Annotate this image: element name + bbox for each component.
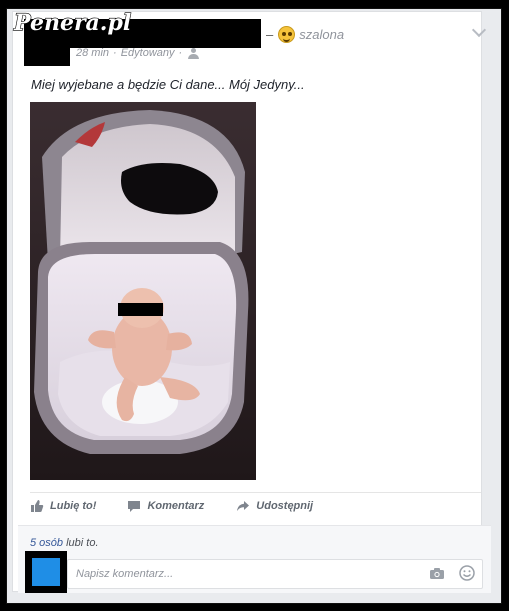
likes-count-number[interactable]: 5 osób bbox=[30, 537, 63, 549]
feeling-smiley-icon bbox=[278, 26, 296, 43]
feeling-status[interactable]: – szalona bbox=[266, 26, 344, 43]
comment-label: Komentarz bbox=[147, 500, 205, 512]
commenter-avatar bbox=[25, 551, 67, 593]
actions-divider bbox=[30, 492, 481, 493]
meta-separator: · bbox=[178, 47, 183, 59]
feeling-label: szalona bbox=[299, 27, 345, 42]
comment-placeholder: Napisz komentarz... bbox=[76, 568, 174, 580]
commenter-avatar-image bbox=[32, 558, 60, 586]
photo-illustration bbox=[30, 102, 256, 480]
post-photo[interactable] bbox=[30, 102, 256, 480]
likes-comments-section: 5 osób lubi to. Napisz komentarz... bbox=[18, 525, 491, 593]
post-time[interactable]: 28 min bbox=[76, 47, 109, 59]
post-actions: Lubię to! Komentarz Udostępnij bbox=[30, 499, 313, 513]
comment-input[interactable]: Napisz komentarz... bbox=[67, 559, 483, 589]
comment-button[interactable]: Komentarz bbox=[127, 499, 204, 513]
like-label: Lubię to! bbox=[50, 500, 97, 512]
like-button[interactable]: Lubię to! bbox=[30, 499, 96, 513]
edited-label[interactable]: Edytowany bbox=[121, 47, 175, 59]
svg-text:Penera.pl: Penera.pl bbox=[13, 10, 131, 36]
comment-icon bbox=[128, 501, 141, 512]
share-button[interactable]: Udostępnij bbox=[236, 499, 313, 513]
share-label: Udostępnij bbox=[256, 500, 314, 512]
likes-count[interactable]: 5 osób lubi to. bbox=[30, 537, 99, 549]
friends-icon[interactable] bbox=[188, 48, 200, 59]
like-icon bbox=[31, 500, 44, 512]
feeling-dash: – bbox=[266, 27, 274, 42]
likes-count-suffix: lubi to. bbox=[66, 537, 99, 549]
camera-icon[interactable] bbox=[429, 567, 445, 580]
watermark-logo: Penera.pl bbox=[4, 3, 144, 41]
post-meta: 28 min · Edytowany · bbox=[76, 47, 200, 59]
meta-separator: · bbox=[113, 47, 117, 59]
post-text: Miej wyjebane a będzie Ci dane... Mój Je… bbox=[31, 77, 305, 92]
smile-icon[interactable] bbox=[459, 565, 475, 581]
share-icon bbox=[237, 501, 250, 511]
